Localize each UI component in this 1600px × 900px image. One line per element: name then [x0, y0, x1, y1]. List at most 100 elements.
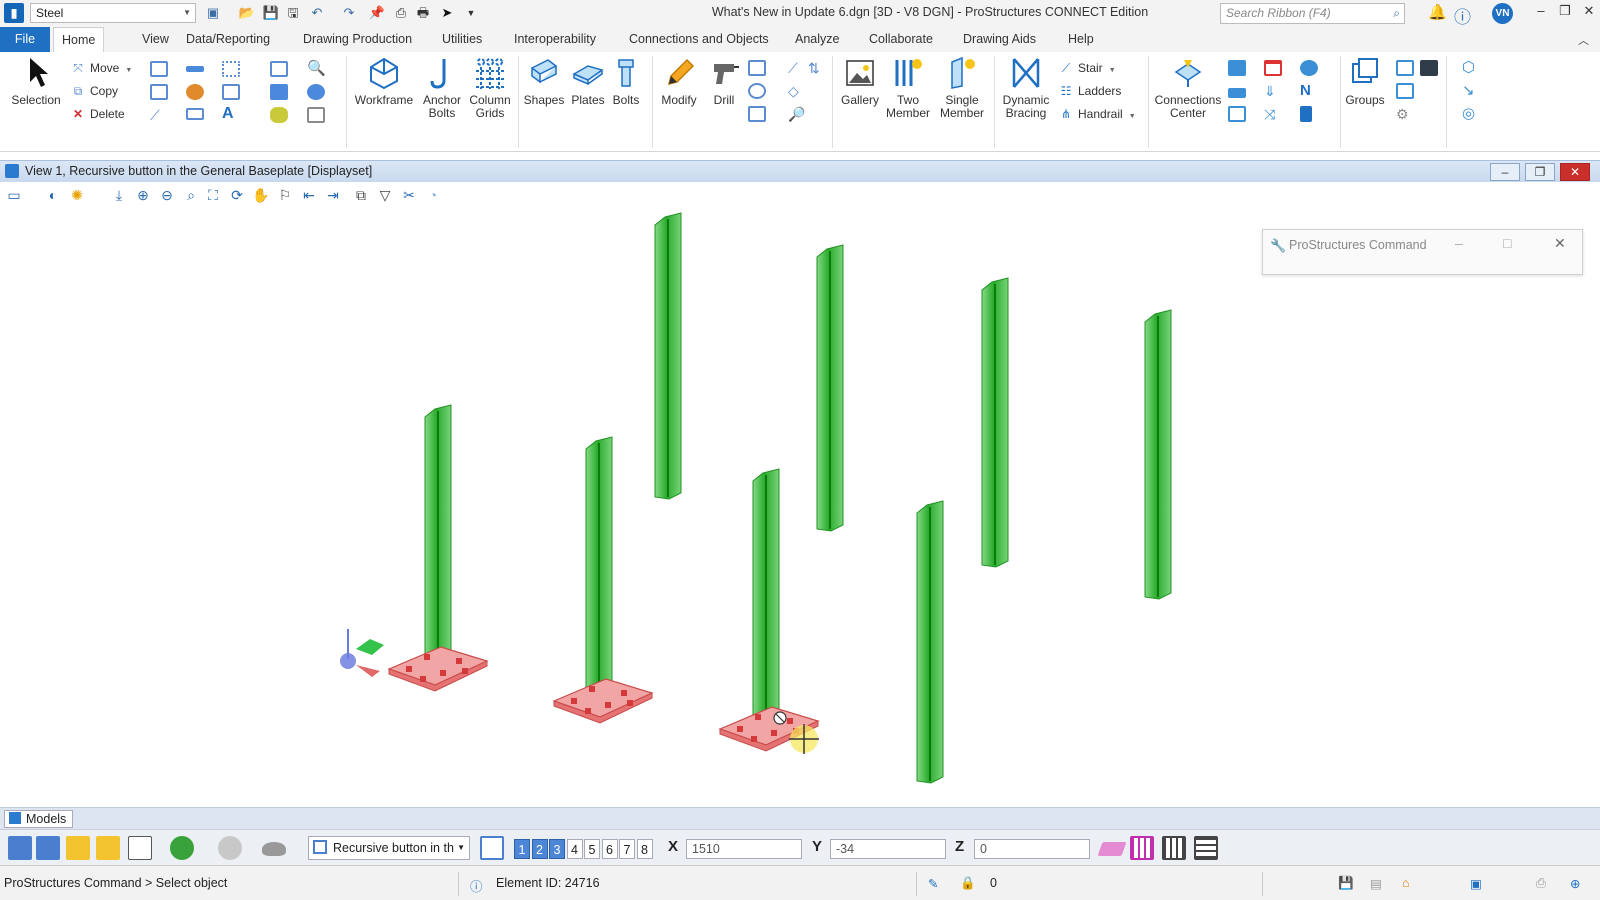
pin-icon[interactable]: 📌: [368, 4, 386, 22]
walk-icon[interactable]: ⚐: [276, 186, 294, 204]
delete-button[interactable]: ✕ Delete: [70, 104, 125, 124]
baseplate[interactable]: [552, 678, 654, 724]
view-button-7[interactable]: 7: [619, 839, 635, 859]
steel-column[interactable]: [816, 244, 844, 532]
sheet-icon[interactable]: ▤: [1370, 876, 1382, 891]
baseplate[interactable]: [387, 646, 489, 692]
trim-icon[interactable]: ⟋: [788, 60, 806, 76]
class-list-icon[interactable]: [1420, 60, 1438, 76]
splice-connection-icon[interactable]: [1264, 60, 1282, 76]
single-member-button[interactable]: Single Member: [936, 56, 988, 120]
view-next-icon[interactable]: ⇥: [324, 186, 342, 204]
references-icon[interactable]: [270, 61, 288, 77]
column-grids-button[interactable]: Column Grids: [466, 56, 514, 120]
dialog-close-icon[interactable]: ✕: [1554, 235, 1566, 252]
help-icon[interactable]: ⓘ: [1454, 3, 1471, 28]
clip-volume-icon[interactable]: ▽: [376, 186, 394, 204]
snap-icon[interactable]: [150, 84, 168, 100]
zoom-out-icon[interactable]: ⊖: [158, 186, 176, 204]
undo-icon[interactable]: ↶: [308, 4, 326, 22]
handrail-button[interactable]: ⋔ Handrail ▼: [1058, 104, 1136, 124]
view-groups-icon[interactable]: [480, 836, 504, 860]
ladders-button[interactable]: ☷ Ladders: [1058, 81, 1122, 101]
steel-column[interactable]: [585, 436, 613, 712]
drill-button[interactable]: Drill: [704, 56, 744, 107]
collapse-ribbon-icon[interactable]: ︿: [1578, 32, 1589, 48]
save-icon[interactable]: 💾: [262, 4, 280, 22]
tab-interoperability[interactable]: Interoperability: [506, 27, 604, 52]
fence-icon[interactable]: [222, 84, 240, 100]
clear-selection-icon[interactable]: [96, 836, 120, 860]
plates-button[interactable]: Plates: [566, 56, 610, 107]
bolts-button[interactable]: Bolts: [606, 56, 646, 107]
lighting-icon[interactable]: ✺: [68, 186, 86, 204]
minimize-window-icon[interactable]: –: [1532, 3, 1550, 18]
zoom-in-icon[interactable]: ⊕: [134, 186, 152, 204]
modify-button[interactable]: Modify: [656, 56, 702, 107]
connections-center-button[interactable]: Connections Center: [1152, 56, 1224, 120]
lock-icon[interactable]: 🔒: [960, 876, 976, 891]
z-coordinate-input[interactable]: 0: [974, 839, 1090, 859]
cylinder-primitive-icon[interactable]: ◎: [1462, 106, 1480, 122]
steel-column[interactable]: [424, 404, 452, 680]
tab-data-reporting[interactable]: Data/Reporting: [178, 27, 278, 52]
tab-analyze[interactable]: Analyze: [787, 27, 847, 52]
view-select[interactable]: Recursive button in th ▼: [308, 836, 470, 860]
print-preview-icon[interactable]: 🖶: [414, 4, 432, 22]
stair-button[interactable]: ⟋ Stair ▼: [1058, 58, 1116, 78]
info-icon[interactable]: [307, 84, 325, 100]
extend-icon[interactable]: ⇅: [808, 60, 826, 76]
tab-utilities[interactable]: Utilities: [434, 27, 490, 52]
y-coordinate-input[interactable]: -34: [830, 839, 946, 859]
shapes-button[interactable]: Shapes: [522, 56, 566, 107]
customize-quick-access-icon[interactable]: ▼: [462, 4, 480, 22]
update-view-icon[interactable]: ⤓: [110, 186, 128, 204]
fence-selection-icon[interactable]: [66, 836, 90, 860]
move-button[interactable]: ⤧ Move ▼: [70, 58, 132, 78]
rotate-view-icon[interactable]: ⟳: [228, 186, 246, 204]
class-tree-icon[interactable]: ⚙: [1396, 106, 1414, 122]
tab-connections-and-objects[interactable]: Connections and Objects: [621, 27, 777, 52]
view-attributes-icon[interactable]: ▭: [5, 186, 23, 204]
check-icon[interactable]: 🔎: [788, 106, 806, 122]
steel-column[interactable]: [752, 468, 780, 740]
notifications-icon[interactable]: 🔔: [1428, 3, 1447, 21]
dialog-minimize-icon[interactable]: –: [1455, 235, 1463, 251]
steel-column[interactable]: [1144, 309, 1172, 600]
redo-icon[interactable]: ↷: [340, 4, 358, 22]
selection-info-icon[interactable]: [128, 836, 152, 860]
split-icon[interactable]: [748, 60, 766, 76]
forward-icon[interactable]: [218, 836, 242, 860]
level-icon[interactable]: [186, 66, 204, 72]
network-status-icon[interactable]: ⊕: [1570, 876, 1580, 891]
back-icon[interactable]: [170, 836, 194, 860]
search-icon[interactable]: ⌕: [1393, 4, 1400, 23]
view-previous-icon[interactable]: ⇤: [300, 186, 318, 204]
save-as-icon[interactable]: 🖫: [284, 4, 302, 22]
copy-view-icon[interactable]: ⧉: [352, 186, 370, 204]
clip-mask-icon[interactable]: ✂: [400, 186, 418, 204]
prostructures-command-dialog[interactable]: 🔧 ProStructures Command – □ ✕: [1262, 229, 1583, 275]
measure-icon[interactable]: ⟋: [150, 107, 168, 123]
element-selection-icon[interactable]: [8, 836, 32, 860]
stiffener-connection-icon[interactable]: [1228, 106, 1246, 122]
search-ribbon-input[interactable]: Search Ribbon (F4) ⌕: [1220, 3, 1405, 24]
info-icon[interactable]: ⓘ: [470, 876, 483, 895]
anchor-bolts-button[interactable]: Anchor Bolts: [420, 56, 464, 120]
knee-connection-icon[interactable]: N: [1300, 83, 1318, 99]
box-primitive-icon[interactable]: ⬡: [1462, 60, 1480, 76]
end-plate-connection-icon[interactable]: ⇓: [1264, 83, 1282, 99]
dynamic-bracing-button[interactable]: Dynamic Bracing: [998, 56, 1054, 120]
workset-icon[interactable]: ▣: [204, 4, 222, 22]
two-member-button[interactable]: Two Member: [884, 56, 932, 120]
view-minimize-button[interactable]: –: [1490, 163, 1520, 181]
app-logo[interactable]: ▮: [4, 3, 24, 23]
view-button-6[interactable]: 6: [601, 839, 618, 859]
view-button-1[interactable]: 1: [514, 839, 530, 859]
tab-file[interactable]: File: [0, 27, 50, 52]
shear-plate-connection-icon[interactable]: [1228, 88, 1246, 98]
display-style-icon[interactable]: ◐: [44, 186, 62, 204]
attributes-icon[interactable]: [222, 61, 240, 77]
classify-icon[interactable]: [1396, 60, 1414, 76]
fit-view-icon[interactable]: ⛶: [204, 186, 222, 204]
